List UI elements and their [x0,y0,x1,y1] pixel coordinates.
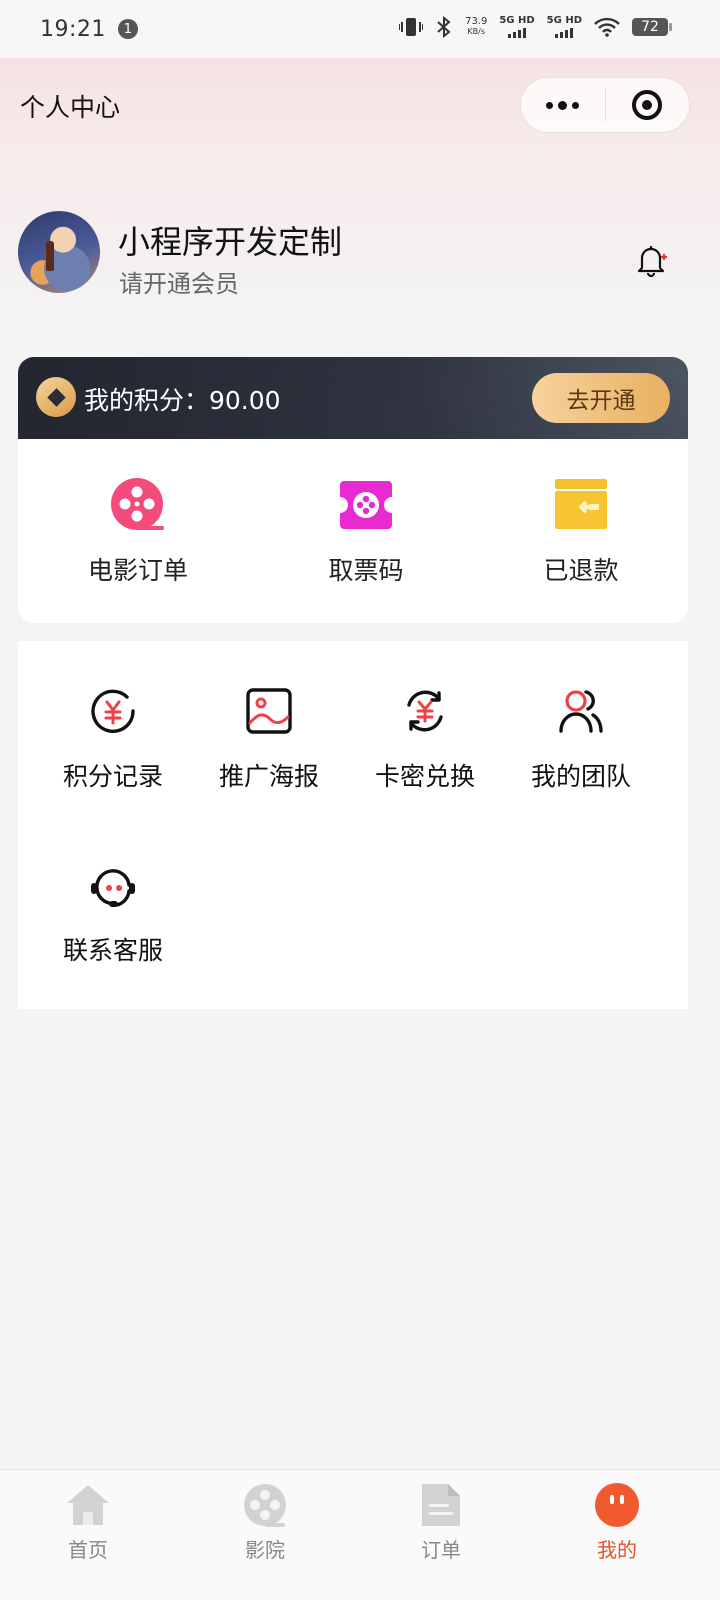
status-bar: 19:21 1 73.9 KB/s 5G HD 5G HD 72 [0,0,720,58]
service-label: 我的团队 [530,762,631,791]
order-item-ticket-code[interactable]: 取票码 [286,477,446,587]
service-points-record[interactable]: 积分记录 [38,687,188,793]
home-icon [67,1485,109,1525]
tab-label: 首页 [68,1538,108,1562]
net-speed-value: 73.9 [465,16,488,27]
film-reel-icon [111,478,164,530]
order-item-label: 电影订单 [87,556,188,585]
bell-icon[interactable] [632,240,672,280]
customer-service-icon [91,869,135,907]
tab-label: 订单 [421,1538,461,1562]
status-time: 19:21 [40,16,106,42]
points-label: 我的积分：90.00 [84,386,281,415]
notification-count-badge: 1 [117,19,138,39]
page-title: 个人中心 [20,93,121,122]
service-card-exchange[interactable]: 卡密兑换 [350,687,500,793]
points-banner: 我的积分：90.00 去开通 [18,357,688,439]
order-item-movie-orders[interactable]: 电影订单 [58,477,218,587]
cinema-reel-icon [244,1484,286,1527]
ticket-icon [340,481,392,529]
net-speed-unit: KB/s [467,27,486,36]
signal-1-label: 5G HD [499,15,535,26]
order-item-label: 已退款 [543,556,619,585]
net-speed: 73.9 KB/s [465,17,487,37]
refund-card-icon [555,479,607,529]
bluetooth-icon [437,16,451,38]
user-name: 小程序开发定制 [118,223,343,261]
points-record-icon [91,689,135,733]
profile-face-icon [595,1483,639,1527]
service-label: 卡密兑换 [374,762,475,791]
signal-2: 5G HD [547,16,582,38]
services-card: 积分记录 推广海报 卡密兑换 我的团队 联系客服 [18,641,688,1009]
target-circle-icon[interactable] [606,90,690,120]
tab-label: 我的 [597,1538,637,1562]
miniprogram-capsule [520,77,690,133]
service-customer-service[interactable]: 联系客服 [38,861,188,967]
points-coin-icon [36,377,76,417]
tab-mine[interactable]: 我的 [557,1482,677,1563]
signal-1: 5G HD [499,15,535,38]
avatar[interactable] [18,211,100,293]
order-item-label: 取票码 [328,556,404,585]
battery-indicator: 72 [632,18,672,36]
more-dots-icon[interactable] [521,100,605,110]
vibrate-icon [399,18,424,36]
exchange-icon [407,690,443,732]
orders-card: 电影订单 取票码 已退款 [18,439,688,623]
tab-home[interactable]: 首页 [28,1482,148,1563]
service-label: 推广海报 [218,762,319,791]
order-doc-icon [422,1484,460,1526]
tab-label: 影院 [245,1538,285,1562]
service-promo-poster[interactable]: 推广海报 [194,687,344,793]
service-label: 积分记录 [62,762,163,791]
order-item-refunded[interactable]: 已退款 [501,477,661,587]
activate-membership-button[interactable]: 去开通 [532,373,670,423]
tab-cinema[interactable]: 影院 [205,1482,325,1563]
tab-bar: 首页 影院 订单 我的 [0,1469,720,1600]
wifi-icon [594,17,620,37]
membership-hint[interactable]: 请开通会员 [119,264,239,299]
team-icon [559,690,603,733]
service-my-team[interactable]: 我的团队 [506,687,656,793]
service-label: 联系客服 [62,936,163,965]
tab-orders[interactable]: 订单 [381,1482,501,1563]
signal-2-label: 5G HD [546,15,582,26]
poster-icon [246,688,292,734]
status-icons: 73.9 KB/s 5G HD 5G HD 72 [399,15,672,38]
